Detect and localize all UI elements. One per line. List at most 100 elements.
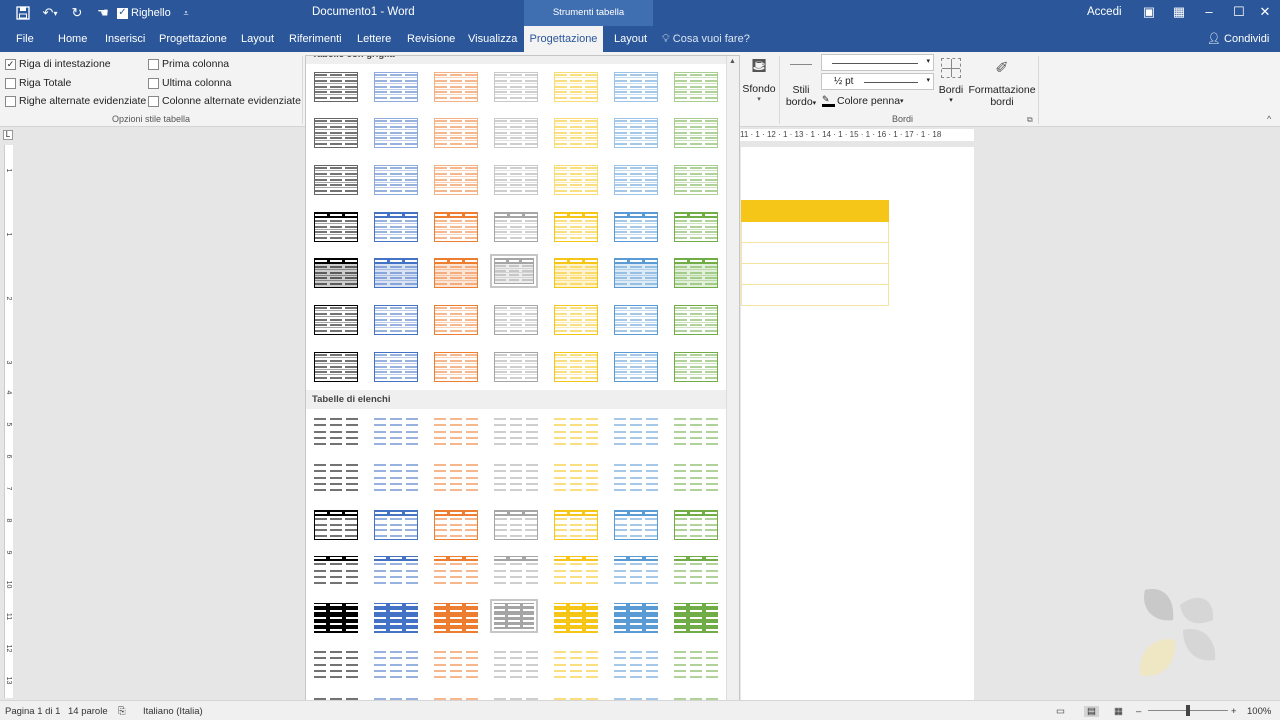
borders-button[interactable]: Bordi ▾	[937, 56, 965, 114]
dialog-launcher-icon[interactable]: ⧉	[1027, 115, 1033, 125]
border-styles-button[interactable]: Stili bordo▾	[783, 58, 819, 116]
table-style-option[interactable]	[372, 601, 420, 635]
tab-view[interactable]: Visualizza	[468, 26, 517, 52]
tab-selector-icon[interactable]: L	[3, 130, 13, 140]
table-style-option[interactable]	[492, 350, 540, 384]
table-style-option[interactable]	[432, 350, 480, 384]
minimize-button[interactable]: –	[1194, 0, 1224, 26]
redo-icon[interactable]: ↻	[66, 0, 88, 26]
table-style-option[interactable]	[672, 116, 720, 150]
table-style-option[interactable]	[672, 508, 720, 542]
table-style-option[interactable]	[312, 210, 360, 244]
table-style-option[interactable]	[372, 554, 420, 588]
tab-home[interactable]: Home	[58, 26, 87, 52]
table-style-option[interactable]	[432, 415, 480, 449]
table-style-option[interactable]	[672, 303, 720, 337]
document-table[interactable]	[741, 200, 889, 306]
ribbon-display-options-icon[interactable]: ▣	[1134, 0, 1164, 26]
table-style-option[interactable]	[432, 116, 480, 150]
table-row[interactable]	[741, 285, 889, 306]
touch-mode-icon[interactable]: ☚	[92, 0, 114, 26]
table-style-option[interactable]	[612, 116, 660, 150]
table-style-option[interactable]	[552, 303, 600, 337]
table-style-option[interactable]	[372, 461, 420, 495]
page-count[interactable]: Pagina 1 di 1	[5, 706, 60, 717]
web-layout-icon[interactable]: ▦	[1114, 706, 1123, 717]
table-style-option[interactable]	[672, 210, 720, 244]
table-style-option[interactable]	[372, 303, 420, 337]
table-style-option[interactable]	[372, 648, 420, 682]
table-style-option[interactable]	[612, 508, 660, 542]
table-style-option[interactable]	[432, 461, 480, 495]
gallery-scrollbar[interactable]: ▲	[726, 56, 739, 719]
table-style-option[interactable]	[492, 461, 540, 495]
table-row[interactable]	[741, 222, 889, 243]
print-layout-icon[interactable]: ▤	[1084, 706, 1099, 717]
table-style-option[interactable]	[612, 415, 660, 449]
table-style-option[interactable]	[612, 210, 660, 244]
table-row[interactable]	[741, 264, 889, 285]
table-style-option[interactable]	[312, 70, 360, 104]
table-style-option[interactable]	[552, 554, 600, 588]
table-style-option[interactable]	[552, 601, 600, 635]
table-style-option[interactable]	[552, 70, 600, 104]
table-styles-gallery[interactable]: Tabelle con griglia Tabelle di elenchi ▲	[305, 55, 740, 720]
table-style-option[interactable]	[612, 554, 660, 588]
table-style-option[interactable]	[312, 303, 360, 337]
sign-in-link[interactable]: Accedi	[1087, 6, 1122, 18]
table-style-option[interactable]	[552, 415, 600, 449]
customize-qat-icon[interactable]: ⩡	[180, 0, 192, 26]
table-style-option[interactable]	[312, 508, 360, 542]
table-style-option[interactable]	[372, 210, 420, 244]
table-style-option[interactable]	[432, 303, 480, 337]
last-column-checkbox[interactable]: Ultima colonna	[148, 77, 231, 89]
table-style-option[interactable]	[312, 163, 360, 197]
table-style-option[interactable]	[312, 116, 360, 150]
table-style-option[interactable]	[612, 256, 660, 290]
table-style-option[interactable]	[490, 254, 538, 288]
table-style-option[interactable]	[672, 554, 720, 588]
table-style-option[interactable]	[372, 415, 420, 449]
table-style-option[interactable]	[432, 601, 480, 635]
table-style-option[interactable]	[612, 648, 660, 682]
table-style-option[interactable]	[612, 303, 660, 337]
tab-table-layout[interactable]: Layout	[614, 26, 647, 52]
table-style-option[interactable]	[372, 350, 420, 384]
table-style-option[interactable]	[552, 648, 600, 682]
table-style-option[interactable]	[612, 461, 660, 495]
scroll-up-icon[interactable]: ▲	[729, 58, 736, 65]
table-style-option[interactable]	[612, 163, 660, 197]
word-count[interactable]: 14 parole	[68, 706, 108, 717]
table-row[interactable]	[741, 243, 889, 264]
tab-mailings[interactable]: Lettere	[357, 26, 391, 52]
table-style-option[interactable]	[492, 508, 540, 542]
table-style-option[interactable]	[432, 70, 480, 104]
tab-table-design[interactable]: Progettazione	[524, 26, 603, 52]
table-style-option[interactable]	[552, 256, 600, 290]
table-style-option[interactable]	[312, 554, 360, 588]
table-style-option[interactable]	[492, 116, 540, 150]
table-style-option[interactable]	[612, 70, 660, 104]
share-button[interactable]: 👤︎ Condividi	[1207, 26, 1269, 52]
table-style-option[interactable]	[492, 554, 540, 588]
table-style-option[interactable]	[672, 163, 720, 197]
table-style-option[interactable]	[372, 508, 420, 542]
table-style-option[interactable]	[612, 601, 660, 635]
table-style-option[interactable]	[672, 461, 720, 495]
read-mode-icon[interactable]: ▭	[1056, 706, 1065, 717]
table-style-option[interactable]	[672, 648, 720, 682]
close-button[interactable]: ✕	[1250, 0, 1280, 26]
undo-icon[interactable]: ↶ ▾	[38, 0, 62, 26]
table-style-option[interactable]	[312, 648, 360, 682]
table-style-option[interactable]	[372, 256, 420, 290]
zoom-level[interactable]: 100%	[1247, 706, 1271, 717]
line-style-select[interactable]: ▾	[821, 54, 934, 71]
table-style-option[interactable]	[490, 599, 538, 633]
language-indicator[interactable]: Italiano (Italia)	[143, 706, 203, 717]
table-style-option[interactable]	[432, 210, 480, 244]
table-style-option[interactable]	[432, 508, 480, 542]
table-style-option[interactable]	[312, 256, 360, 290]
table-style-option[interactable]	[492, 303, 540, 337]
table-style-option[interactable]	[552, 210, 600, 244]
table-style-option[interactable]	[552, 116, 600, 150]
